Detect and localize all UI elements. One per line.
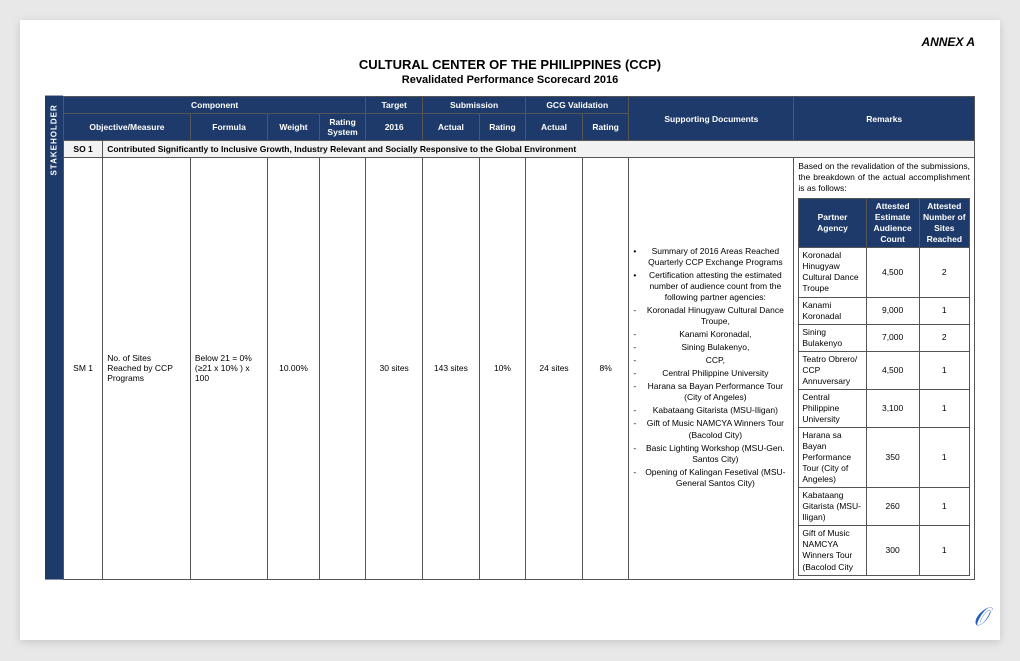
- hdr-formula: Formula: [190, 114, 267, 141]
- inner-row: Harana sa Bayan Performance Tour (City o…: [799, 427, 970, 487]
- inner-row: Teatro Obrero/ CCP Annuversary4,5001: [799, 351, 970, 389]
- doc-item: Harana sa Bayan Performance Tour (City o…: [633, 381, 789, 403]
- remarks-cell: Based on the revalidation of the submiss…: [794, 158, 975, 580]
- inner-agency: Gift of Music NAMCYA Winners Tour (Bacol…: [799, 526, 866, 575]
- inner-sites: 1: [919, 427, 969, 487]
- inner-sites: 2: [919, 324, 969, 351]
- hdr-component: Component: [64, 97, 366, 114]
- sm-row: SM 1 No. of Sites Reached by CCP Program…: [64, 158, 975, 580]
- scorecard-table: Component Target Submission GCG Validati…: [63, 96, 975, 580]
- document-page: ANNEX A CULTURAL CENTER OF THE PHILIPPIN…: [20, 20, 1000, 640]
- hdr-gcg-rating: Rating: [582, 114, 628, 141]
- sm-sub-actual: 143 sites: [423, 158, 480, 580]
- sm-weight: 10.00%: [268, 158, 320, 580]
- table-wrap: STAKEHOLDER Component Target: [45, 96, 975, 580]
- hdr-gcg-actual: Actual: [526, 114, 583, 141]
- inner-row: Sining Bulakenyo7,0002: [799, 324, 970, 351]
- annex-label: ANNEX A: [45, 35, 975, 49]
- remarks-intro: Based on the revalidation of the submiss…: [798, 161, 970, 194]
- doc-item: Basic Lighting Workshop (MSU-Gen. Santos…: [633, 443, 789, 465]
- hdr-objective: Objective/Measure: [64, 114, 191, 141]
- inner-count: 9,000: [866, 297, 919, 324]
- inner-hdr-count: Attested Estimate Audience Count: [866, 199, 919, 248]
- inner-sites: 1: [919, 297, 969, 324]
- hdr-sub-actual: Actual: [423, 114, 480, 141]
- inner-count: 4,500: [866, 351, 919, 389]
- doc-item: CCP,: [633, 355, 789, 366]
- inner-row: Kanami Koronadal9,0001: [799, 297, 970, 324]
- so-row: SO 1 Contributed Significantly to Inclus…: [64, 141, 975, 158]
- hdr-submission: Submission: [423, 97, 526, 114]
- hdr-target: Target: [366, 97, 423, 114]
- remarks-inner-table: Partner Agency Attested Estimate Audienc…: [798, 198, 970, 575]
- category-sidebar: STAKEHOLDER: [45, 96, 63, 580]
- doc-item: Koronadal Hinugyaw Cultural Dance Troupe…: [633, 305, 789, 327]
- hdr-remarks: Remarks: [794, 97, 975, 141]
- inner-sites: 1: [919, 526, 969, 575]
- inner-agency: Central Philippine University: [799, 389, 866, 427]
- inner-agency: Koronadal Hinugyaw Cultural Dance Troupe: [799, 248, 866, 297]
- inner-agency: Harana sa Bayan Performance Tour (City o…: [799, 427, 866, 487]
- sm-gcg-rating: 8%: [582, 158, 628, 580]
- inner-sites: 1: [919, 389, 969, 427]
- doc-item: Kanami Koronadal,: [633, 329, 789, 340]
- inner-row: Koronadal Hinugyaw Cultural Dance Troupe…: [799, 248, 970, 297]
- sm-objective: No. of Sites Reached by CCP Programs: [103, 158, 191, 580]
- inner-row: Kabataang Gitarista (MSU-Iligan)2601: [799, 488, 970, 526]
- inner-count: 4,500: [866, 248, 919, 297]
- hdr-gcg: GCG Validation: [526, 97, 629, 114]
- inner-agency: Kanami Koronadal: [799, 297, 866, 324]
- doc-item: Gift of Music NAMCYA Winners Tour (Bacol…: [633, 418, 789, 440]
- so-id: SO 1: [64, 141, 103, 158]
- inner-sites: 2: [919, 248, 969, 297]
- doc-item: Summary of 2016 Areas Reached Quarterly …: [633, 246, 789, 268]
- title-main: CULTURAL CENTER OF THE PHILIPPINES (CCP): [359, 57, 661, 72]
- hdr-weight: Weight: [268, 114, 320, 141]
- sm-gcg-actual: 24 sites: [526, 158, 583, 580]
- doc-item: Sining Bulakenyo,: [633, 342, 789, 353]
- inner-count: 350: [866, 427, 919, 487]
- title-block: CULTURAL CENTER OF THE PHILIPPINES (CCP): [45, 57, 975, 72]
- inner-count: 7,000: [866, 324, 919, 351]
- so-desc: Contributed Significantly to Inclusive G…: [103, 141, 975, 158]
- signature-flourish: 𝒪: [972, 603, 990, 632]
- hdr-sub-rating: Rating: [479, 114, 525, 141]
- inner-count: 260: [866, 488, 919, 526]
- sm-rating-system: [319, 158, 365, 580]
- sm-target: 30 sites: [366, 158, 423, 580]
- inner-count: 300: [866, 526, 919, 575]
- inner-agency: Teatro Obrero/ CCP Annuversary: [799, 351, 866, 389]
- hdr-supporting: Supporting Documents: [629, 97, 794, 141]
- inner-sites: 1: [919, 351, 969, 389]
- supporting-docs-cell: Summary of 2016 Areas Reached Quarterly …: [629, 158, 794, 580]
- inner-row: Central Philippine University3,1001: [799, 389, 970, 427]
- inner-row: Gift of Music NAMCYA Winners Tour (Bacol…: [799, 526, 970, 575]
- sm-id: SM 1: [64, 158, 103, 580]
- inner-hdr-sites: Attested Number of Sites Reached: [919, 199, 969, 248]
- inner-agency: Sining Bulakenyo: [799, 324, 866, 351]
- doc-item: Certification attesting the estimated nu…: [633, 270, 789, 303]
- hdr-rating-system: Rating System: [319, 114, 365, 141]
- table-head: Component Target Submission GCG Validati…: [64, 97, 975, 141]
- inner-sites: 1: [919, 488, 969, 526]
- hdr-year: 2016: [366, 114, 423, 141]
- subtitle: Revalidated Performance Scorecard 2016: [45, 74, 975, 86]
- doc-item: Kabataang Gitarista (MSU-Iligan): [633, 405, 789, 416]
- sm-formula: Below 21 = 0% (≥21 x 10% ) x 100: [190, 158, 267, 580]
- doc-item: Opening of Kalingan Fesetival (MSU-Gener…: [633, 467, 789, 489]
- inner-count: 3,100: [866, 389, 919, 427]
- inner-hdr-agency: Partner Agency: [799, 199, 866, 248]
- doc-item: Central Philippine University: [633, 368, 789, 379]
- inner-agency: Kabataang Gitarista (MSU-Iligan): [799, 488, 866, 526]
- sm-sub-rating: 10%: [479, 158, 525, 580]
